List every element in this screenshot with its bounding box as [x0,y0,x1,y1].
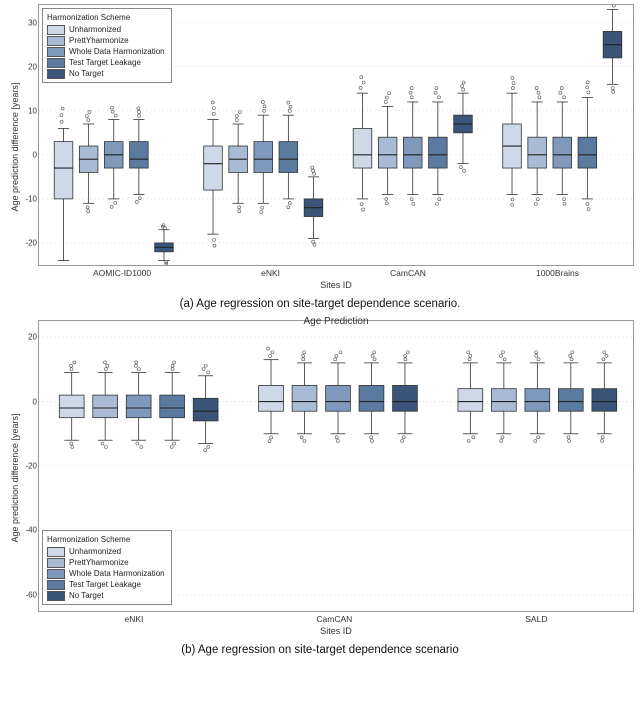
legend-item-label: PrettYharmonize [69,557,129,568]
plot-b-title: Age Prediction [303,316,368,327]
figure-b: Age Prediction Harmonization Scheme Unha… [0,320,640,666]
swatch-notarget [47,69,65,79]
legend-item-label: Whole Data Harmonization [69,568,165,579]
xtick-label: eNKI [124,614,143,624]
swatch-leakage [47,580,65,590]
legend-a: Harmonization Scheme Unharmonized PrettY… [42,8,172,83]
legend-b: Harmonization Scheme Unharmonized PrettY… [42,530,172,605]
swatch-notarget [47,591,65,601]
xtick-label: SALD [525,614,547,624]
xlabel-a: Sites ID [38,280,634,290]
figure-a: Harmonization Scheme Unharmonized PrettY… [0,0,640,310]
legend-item-label: Unharmonized [69,24,121,35]
legend-item-label: PrettYharmonize [69,35,129,46]
swatch-whole [47,569,65,579]
xtick-label: CamCAN [390,268,426,278]
legend-title: Harmonization Scheme [47,534,165,546]
caption-b: (b) Age regression on site-target depend… [6,644,634,656]
legend-item-label: Test Target Leakage [69,579,141,590]
ylabel-a: Age prediction difference [years] [10,83,20,212]
plot-a-frame: Harmonization Scheme Unharmonized PrettY… [38,4,634,266]
xticks-a: AOMIC-ID1000 eNKI CamCAN 1000Brains [38,268,634,278]
swatch-pretty [47,558,65,568]
legend-item-label: No Target [69,68,104,79]
legend-title: Harmonization Scheme [47,12,165,24]
swatch-unharmonized [47,547,65,557]
xticks-b: eNKI CamCAN SALD [38,614,634,624]
swatch-whole [47,47,65,57]
xlabel-b: Sites ID [38,626,634,636]
legend-item-label: Test Target Leakage [69,57,141,68]
swatch-pretty [47,36,65,46]
xtick-label: AOMIC-ID1000 [93,268,151,278]
legend-item-label: No Target [69,590,104,601]
swatch-leakage [47,58,65,68]
caption-a: (a) Age regression on site-target depend… [6,298,634,310]
swatch-unharmonized [47,25,65,35]
legend-item-label: Unharmonized [69,546,121,557]
legend-item-label: Whole Data Harmonization [69,46,165,57]
xtick-label: 1000Brains [536,268,579,278]
xtick-label: CamCAN [316,614,352,624]
plot-b-frame: Harmonization Scheme Unharmonized PrettY… [38,320,634,612]
xtick-label: eNKI [261,268,280,278]
ylabel-b: Age prediction difference [years] [10,414,20,543]
